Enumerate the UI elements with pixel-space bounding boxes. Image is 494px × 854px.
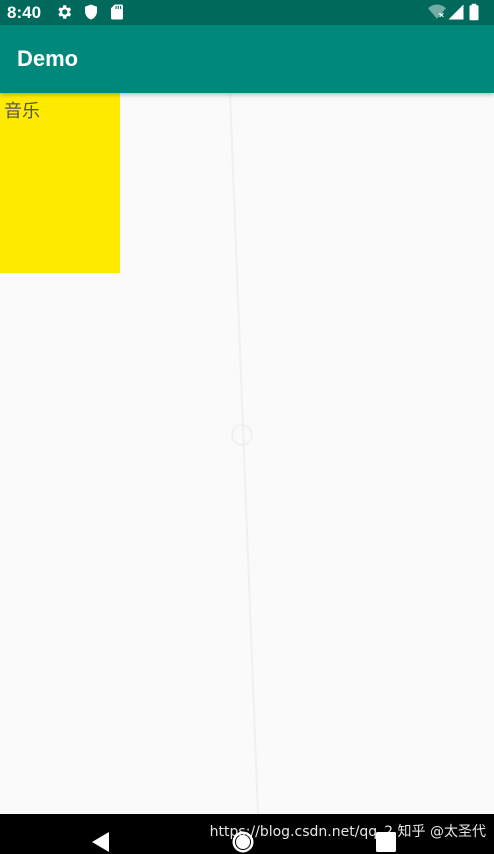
watermark: https://blog.csdn.net/qq_2 知乎 @太圣代 xyxy=(209,824,486,840)
battery-icon xyxy=(469,3,479,21)
sd-card-icon xyxy=(111,4,123,20)
app-bar: Demo xyxy=(0,25,494,93)
gear-icon xyxy=(58,5,72,19)
shield-icon xyxy=(85,4,97,20)
music-box[interactable]: 音乐 xyxy=(0,93,120,273)
back-icon[interactable] xyxy=(89,830,113,854)
content-area: 音乐 xyxy=(0,93,494,814)
wifi-off-icon xyxy=(428,4,446,19)
signal-icon xyxy=(448,4,464,20)
app-title: Demo xyxy=(17,46,79,71)
app-screen: 8:40 Demo 音乐 https://blog.csdn.net/qq_2 … xyxy=(0,0,494,854)
status-time: 8:40 xyxy=(7,3,42,22)
music-label: 音乐 xyxy=(4,101,40,122)
status-bar: 8:40 xyxy=(0,0,494,25)
